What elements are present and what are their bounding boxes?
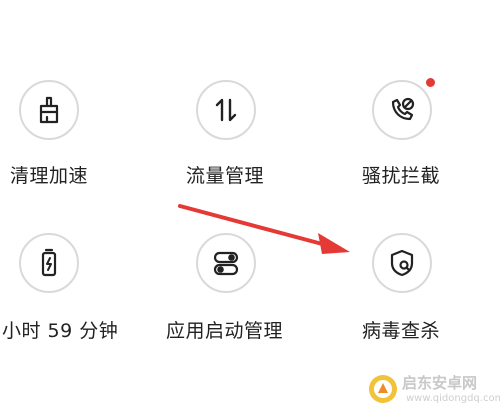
traffic-tile[interactable]: 流量管理 <box>180 80 340 210</box>
startup-icon-circle[interactable] <box>196 233 256 293</box>
startup-tile[interactable]: 应用启动管理 <box>166 233 340 363</box>
watermark-logo-icon <box>369 375 397 403</box>
cleanup-tile[interactable]: 清理加速 <box>0 80 160 210</box>
battery-charging-icon <box>41 248 57 277</box>
up-down-arrows-icon <box>215 98 237 122</box>
battery-label: 小时 59 分钟 <box>2 320 119 342</box>
battery-icon-circle[interactable] <box>19 233 79 293</box>
broom-icon <box>39 96 59 124</box>
notification-badge <box>426 78 435 87</box>
traffic-label: 流量管理 <box>186 165 265 187</box>
toggle-switches-icon <box>213 251 239 276</box>
harassment-icon-circle[interactable] <box>372 80 432 140</box>
virus-icon-circle[interactable] <box>372 233 432 293</box>
phone-block-icon <box>391 97 415 121</box>
watermark-url: www.qidongdq.com <box>406 393 500 404</box>
virus-tile[interactable]: 病毒查杀 <box>355 233 500 363</box>
virus-label: 病毒查杀 <box>362 320 441 342</box>
shield-search-icon <box>390 249 414 277</box>
harassment-label: 骚扰拦截 <box>362 165 441 187</box>
traffic-icon-circle[interactable] <box>196 80 256 140</box>
cleanup-label: 清理加速 <box>10 165 89 187</box>
watermark: 启东安卓网 www.qidongdq.com <box>368 372 500 408</box>
startup-label: 应用启动管理 <box>166 320 284 342</box>
watermark-name: 启东安卓网 <box>402 374 478 392</box>
battery-tile[interactable]: 小时 59 分钟 <box>0 233 160 363</box>
cleanup-icon-circle[interactable] <box>19 80 79 140</box>
harassment-tile[interactable]: 骚扰拦截 <box>355 78 500 210</box>
